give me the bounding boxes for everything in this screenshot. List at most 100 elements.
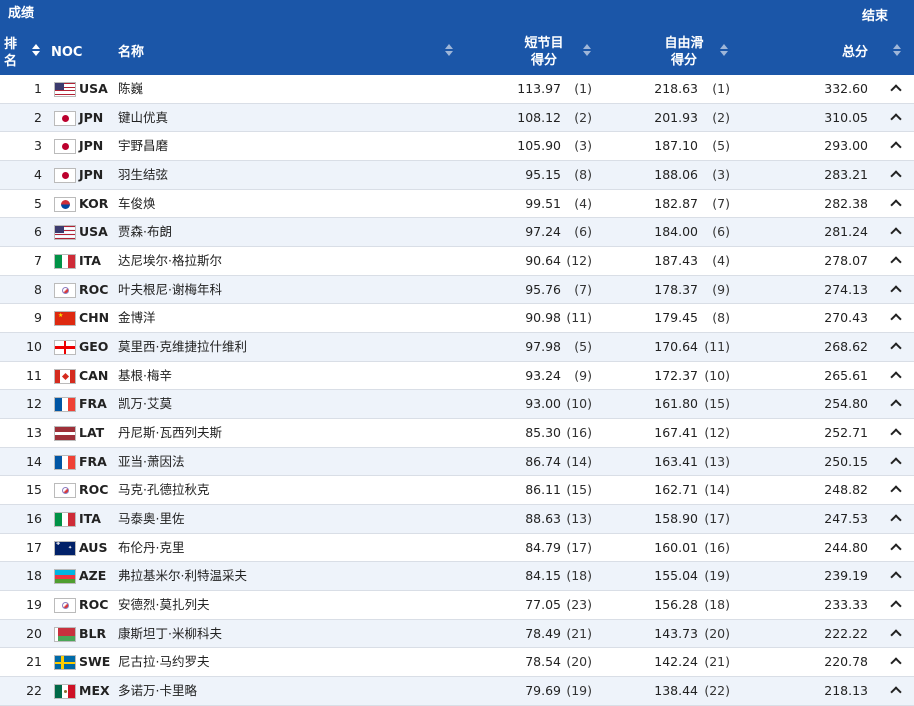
table-row[interactable]: 21 SWE 尼古拉·马约罗夫 78.54 (20) 142.24 (21) 220.78 <box>0 648 914 678</box>
rank-cell: 1 <box>34 81 42 96</box>
chevron-up-icon[interactable] <box>890 313 902 326</box>
free-skating-score: 162.71 <box>654 482 698 498</box>
athlete-name[interactable]: 车俊焕 <box>118 190 156 218</box>
table-row[interactable]: 3 JPN 宇野昌磨 105.90 (3) 187.10 (5) 293.00 <box>0 132 914 162</box>
noc-cell: FRA <box>79 396 107 412</box>
chevron-up-icon[interactable] <box>890 113 902 125</box>
chevron-up-icon[interactable] <box>890 371 902 383</box>
athlete-name[interactable]: 贾森·布朗 <box>118 218 172 246</box>
table-row[interactable]: 12 FRA 凯万·艾莫 93.00 (10) 161.80 (15) 254.80 <box>0 390 914 420</box>
athlete-name[interactable]: 马泰奥·里佐 <box>118 505 184 533</box>
column-header-total[interactable]: 总分 <box>842 44 868 61</box>
athlete-name[interactable]: 叶夫根尼·谢梅年科 <box>118 276 222 304</box>
table-row[interactable]: 1 USA 陈巍 113.97 (1) 218.63 (1) 332.60 <box>0 75 914 104</box>
column-header-short-program[interactable]: 短节目 得分 <box>520 35 568 69</box>
column-header-rank[interactable]: 排 名 <box>4 36 17 70</box>
table-row[interactable]: 5 KOR 车俊焕 99.51 (4) 182.87 (7) 282.38 <box>0 190 914 219</box>
chevron-up-icon[interactable] <box>890 84 902 96</box>
table-row[interactable]: 10 GEO 莫里西·克维捷拉什维利 97.98 (5) 170.64 (11) 268.62 <box>0 333 914 362</box>
total-score: 282.38 <box>824 195 868 211</box>
table-row[interactable]: 11 CAN 基根·梅辛 93.24 (9) 172.37 (10) 265.61 <box>0 362 914 391</box>
total-score: 247.53 <box>824 511 868 527</box>
athlete-name[interactable]: 尼古拉·马约罗夫 <box>118 648 209 676</box>
short-program-rank: (10) <box>566 396 592 412</box>
athlete-name[interactable]: 马克·孔德拉秋克 <box>118 476 209 504</box>
noc-cell: ROC <box>79 281 109 297</box>
chevron-up-icon[interactable] <box>890 285 902 297</box>
table-row[interactable]: 13 LAT 丹尼斯·瓦西列夫斯 85.30 (16) 167.41 (12) 252.71 <box>0 419 914 448</box>
chevron-up-icon[interactable] <box>890 600 902 612</box>
table-row[interactable]: 14 FRA 亚当·萧因法 86.74 (14) 163.41 (13) 250.15 <box>0 447 914 477</box>
athlete-name[interactable]: 宇野昌磨 <box>118 132 168 160</box>
athlete-name[interactable]: 陈巍 <box>118 75 143 103</box>
total-score: 244.80 <box>824 539 868 555</box>
noc-cell: USA <box>79 81 108 96</box>
table-row[interactable]: 18 AZE 弗拉基米尔·利特温采夫 84.15 (18) 155.04 (19) 239.1… <box>0 562 914 592</box>
table-row[interactable]: 20 BLR 康斯坦丁·米柳科夫 78.49 (21) 143.73 (20) 222.22 <box>0 619 914 649</box>
athlete-name[interactable]: 布伦丹·克里 <box>118 534 184 562</box>
athlete-name[interactable]: 弗拉基米尔·利特温采夫 <box>118 562 247 590</box>
sort-arrows-icon[interactable] <box>32 44 40 56</box>
table-row[interactable]: 22 MEX 多诺万·卡里略 79.69 (19) 138.44 (22) 218.13 <box>0 677 914 706</box>
short-program-score: 84.15 <box>525 568 561 584</box>
free-skating-score: 161.80 <box>654 396 698 412</box>
athlete-name[interactable]: 金博洋 <box>118 304 156 332</box>
column-header-free-skating[interactable]: 自由滑 得分 <box>660 35 708 69</box>
athlete-name[interactable]: 莫里西·克维捷拉什维利 <box>118 333 247 361</box>
noc-cell: JPN <box>79 109 104 125</box>
column-header-noc[interactable]: NOC <box>51 44 82 61</box>
table-row[interactable]: 8 ROC 叶夫根尼·谢梅年科 95.76 (7) 178.37 (9) 274.13 <box>0 275 914 305</box>
chevron-up-icon[interactable] <box>890 399 902 412</box>
table-row[interactable]: 7 ITA 达尼埃尔·格拉斯尔 90.64 (12) 187.43 (4) 278.07 <box>0 247 914 276</box>
chevron-up-icon[interactable] <box>890 428 902 440</box>
athlete-name[interactable]: 亚当·萧因法 <box>118 448 184 476</box>
table-row[interactable]: 15 ROC 马克·孔德拉秋克 86.11 (15) 162.71 (14) 248.82 <box>0 476 914 506</box>
athlete-name[interactable]: 安德烈·莫扎列夫 <box>118 591 209 619</box>
athlete-name[interactable]: 羽生结弦 <box>118 161 168 189</box>
chevron-up-icon[interactable] <box>890 657 902 670</box>
table-row[interactable]: 9 ★ CHN 金博洋 90.98 (11) 179.45 (8) 270.43 <box>0 304 914 334</box>
chevron-up-icon[interactable] <box>890 342 902 354</box>
athlete-name[interactable]: 丹尼斯·瓦西列夫斯 <box>118 419 222 447</box>
chevron-up-icon[interactable] <box>890 571 902 584</box>
short-program-rank: (15) <box>566 482 592 498</box>
athlete-name[interactable]: 达尼埃尔·格拉斯尔 <box>118 247 222 275</box>
free-skating-rank: (5) <box>712 138 730 154</box>
table-row[interactable]: 16 ITA 马泰奥·里佐 88.63 (13) 158.90 (17) 247.53 <box>0 505 914 534</box>
chevron-up-icon[interactable] <box>890 543 902 555</box>
free-skating-rank: (8) <box>712 310 730 326</box>
total-score: 248.82 <box>824 482 868 498</box>
chevron-up-icon[interactable] <box>890 457 902 469</box>
table-row[interactable]: 6 USA 贾森·布朗 97.24 (6) 184.00 (6) 281.24 <box>0 218 914 248</box>
short-program-rank: (16) <box>566 425 592 441</box>
chevron-up-icon[interactable] <box>890 227 902 240</box>
chevron-up-icon[interactable] <box>890 256 902 268</box>
chevron-up-icon[interactable] <box>890 485 902 498</box>
chevron-up-icon[interactable] <box>890 199 902 211</box>
chevron-up-icon[interactable] <box>890 141 902 154</box>
rank-cell: 19 <box>26 597 42 613</box>
chevron-up-icon[interactable] <box>890 686 902 698</box>
table-row[interactable]: 17 ✚ ✦ AUS 布伦丹·克里 84.79 (17) 160.01 (16) 244.80 <box>0 534 914 563</box>
table-row[interactable]: 19 ROC 安德烈·莫扎列夫 77.05 (23) 156.28 (18) 233.33 <box>0 591 914 620</box>
sort-arrows-icon[interactable] <box>445 44 453 56</box>
athlete-name[interactable]: 键山优真 <box>118 104 168 132</box>
sort-arrows-icon[interactable] <box>720 44 728 56</box>
sort-arrows-icon[interactable] <box>893 44 901 56</box>
athlete-name[interactable]: 多诺万·卡里略 <box>118 677 197 705</box>
athlete-name[interactable]: 基根·梅辛 <box>118 362 172 390</box>
noc-cell: ITA <box>79 253 101 269</box>
athlete-name[interactable]: 康斯坦丁·米柳科夫 <box>118 620 222 648</box>
total-score: 332.60 <box>824 81 868 96</box>
short-program-rank: (14) <box>566 453 592 469</box>
sort-arrows-icon[interactable] <box>583 44 591 56</box>
athlete-name[interactable]: 凯万·艾莫 <box>118 390 172 418</box>
column-header-name[interactable]: 名称 <box>118 44 144 61</box>
table-row[interactable]: 2 JPN 键山优真 108.12 (2) 201.93 (2) 310.05 <box>0 103 914 133</box>
chevron-up-icon[interactable] <box>890 170 902 182</box>
free-skating-score: 142.24 <box>654 654 698 670</box>
chevron-up-icon[interactable] <box>890 514 902 526</box>
free-skating-rank: (2) <box>712 109 730 125</box>
chevron-up-icon[interactable] <box>890 629 902 641</box>
table-row[interactable]: 4 JPN 羽生结弦 95.15 (8) 188.06 (3) 283.21 <box>0 161 914 190</box>
